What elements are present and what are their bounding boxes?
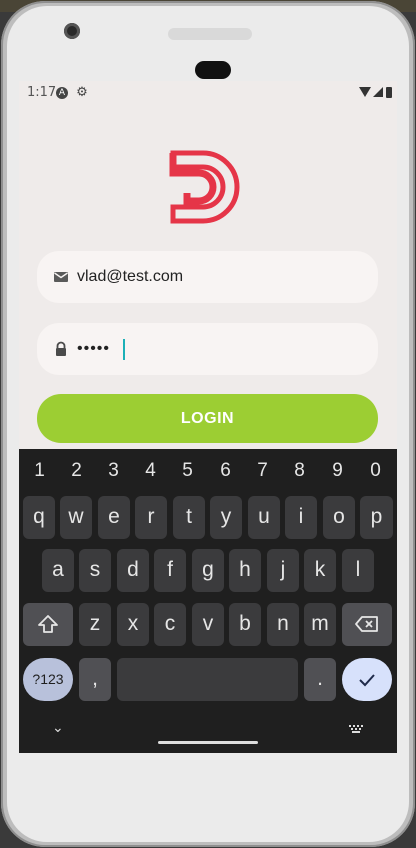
- battery-icon: [386, 87, 392, 98]
- signal-icon: [373, 87, 383, 97]
- app-screen: 1:17 A ⚙ LOGIN 1 2 3 4 5 6: [19, 81, 397, 753]
- key-1[interactable]: 1: [21, 449, 58, 493]
- key-a[interactable]: a: [42, 549, 74, 592]
- backspace-icon: [355, 616, 378, 633]
- key-t[interactable]: t: [173, 496, 205, 539]
- text-caret: [123, 339, 125, 360]
- soft-keyboard: 1 2 3 4 5 6 7 8 9 0 q w e r t y u i o p …: [19, 449, 397, 753]
- earpiece-speaker: [168, 28, 252, 40]
- status-time: 1:17: [27, 85, 57, 100]
- key-o[interactable]: o: [323, 496, 355, 539]
- keyboard-number-row: 1 2 3 4 5 6 7 8 9 0: [19, 449, 397, 493]
- key-q[interactable]: q: [23, 496, 55, 539]
- key-6[interactable]: 6: [207, 449, 244, 493]
- key-m[interactable]: m: [304, 603, 336, 646]
- key-u[interactable]: u: [248, 496, 280, 539]
- gesture-handle[interactable]: [158, 741, 258, 744]
- checkmark-icon: [359, 674, 375, 687]
- email-field[interactable]: [37, 251, 378, 303]
- key-f[interactable]: f: [154, 549, 186, 592]
- mail-icon: [54, 272, 68, 282]
- enter-key[interactable]: [342, 658, 392, 701]
- key-c[interactable]: c: [154, 603, 186, 646]
- key-b[interactable]: b: [229, 603, 261, 646]
- key-3[interactable]: 3: [95, 449, 132, 493]
- key-9[interactable]: 9: [319, 449, 356, 493]
- shift-key[interactable]: [23, 603, 73, 646]
- front-camera: [64, 23, 80, 39]
- password-field[interactable]: [37, 323, 378, 375]
- space-bar[interactable]: [117, 658, 298, 701]
- symbols-key[interactable]: ?123: [23, 658, 73, 701]
- key-p[interactable]: p: [360, 496, 393, 539]
- key-n[interactable]: n: [267, 603, 299, 646]
- key-8[interactable]: 8: [281, 449, 318, 493]
- lock-icon: [56, 341, 66, 356]
- password-input[interactable]: [77, 323, 367, 375]
- key-z[interactable]: z: [79, 603, 111, 646]
- key-j[interactable]: j: [267, 549, 299, 592]
- keyboard-icon[interactable]: [349, 725, 363, 733]
- key-x[interactable]: x: [117, 603, 149, 646]
- brand-d-logo-icon: [169, 150, 240, 224]
- key-r[interactable]: r: [135, 496, 167, 539]
- key-w[interactable]: w: [60, 496, 92, 539]
- key-i[interactable]: i: [285, 496, 317, 539]
- key-2[interactable]: 2: [58, 449, 95, 493]
- key-e[interactable]: e: [98, 496, 130, 539]
- accessibility-a-icon: A: [56, 87, 68, 99]
- key-v[interactable]: v: [192, 603, 224, 646]
- period-key[interactable]: .: [304, 658, 336, 701]
- key-y[interactable]: y: [210, 496, 242, 539]
- key-0[interactable]: 0: [357, 449, 394, 493]
- key-5[interactable]: 5: [169, 449, 206, 493]
- key-7[interactable]: 7: [244, 449, 281, 493]
- status-bar: 1:17 A ⚙: [19, 81, 397, 105]
- key-d[interactable]: d: [117, 549, 149, 592]
- key-l[interactable]: l: [342, 549, 374, 592]
- wifi-icon: [359, 87, 371, 97]
- sensor-notch: [195, 61, 231, 79]
- chevron-down-icon[interactable]: ⌄: [52, 720, 64, 736]
- comma-key[interactable]: ,: [79, 658, 111, 701]
- key-4[interactable]: 4: [132, 449, 169, 493]
- email-input[interactable]: [77, 251, 367, 303]
- key-k[interactable]: k: [304, 549, 336, 592]
- key-g[interactable]: g: [192, 549, 224, 592]
- key-s[interactable]: s: [79, 549, 111, 592]
- gear-icon: ⚙: [76, 85, 88, 100]
- key-h[interactable]: h: [229, 549, 261, 592]
- login-button[interactable]: LOGIN: [37, 394, 378, 443]
- backspace-key[interactable]: [342, 603, 392, 646]
- shift-icon: [38, 615, 58, 634]
